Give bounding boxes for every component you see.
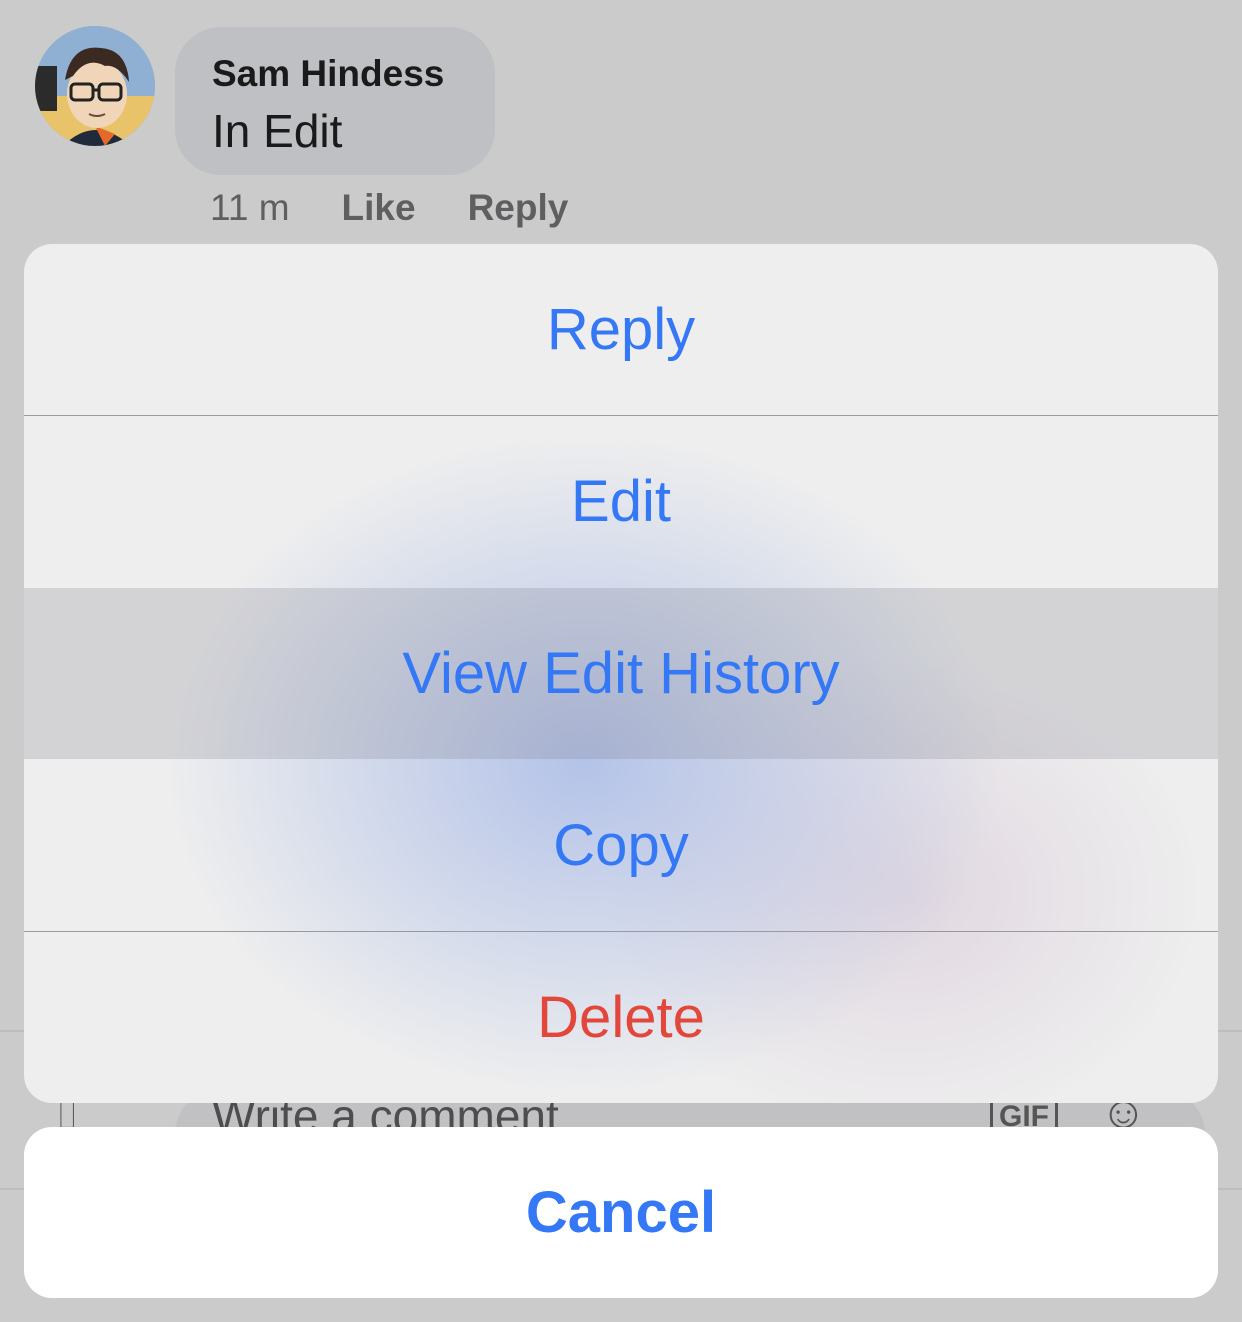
like-button[interactable]: Like	[342, 187, 416, 229]
reply-button[interactable]: Reply	[468, 187, 569, 229]
comment-bubble[interactable]: Sam Hindess In Edit	[175, 27, 495, 175]
comment-meta: 11 m Like Reply	[210, 186, 620, 230]
action-edit[interactable]: Edit	[24, 416, 1218, 587]
avatar[interactable]	[35, 26, 155, 146]
comment-author[interactable]: Sam Hindess	[212, 53, 495, 95]
action-delete[interactable]: Delete	[24, 932, 1218, 1103]
action-copy[interactable]: Copy	[24, 760, 1218, 931]
comment-text: In Edit	[212, 105, 343, 157]
action-sheet: Reply Edit View Edit History Copy Delete	[24, 244, 1218, 1103]
action-view-edit-history[interactable]: View Edit History	[24, 588, 1218, 759]
action-reply[interactable]: Reply	[24, 244, 1218, 415]
comment-timestamp: 11 m	[210, 187, 290, 228]
cancel-button[interactable]: Cancel	[24, 1127, 1218, 1298]
